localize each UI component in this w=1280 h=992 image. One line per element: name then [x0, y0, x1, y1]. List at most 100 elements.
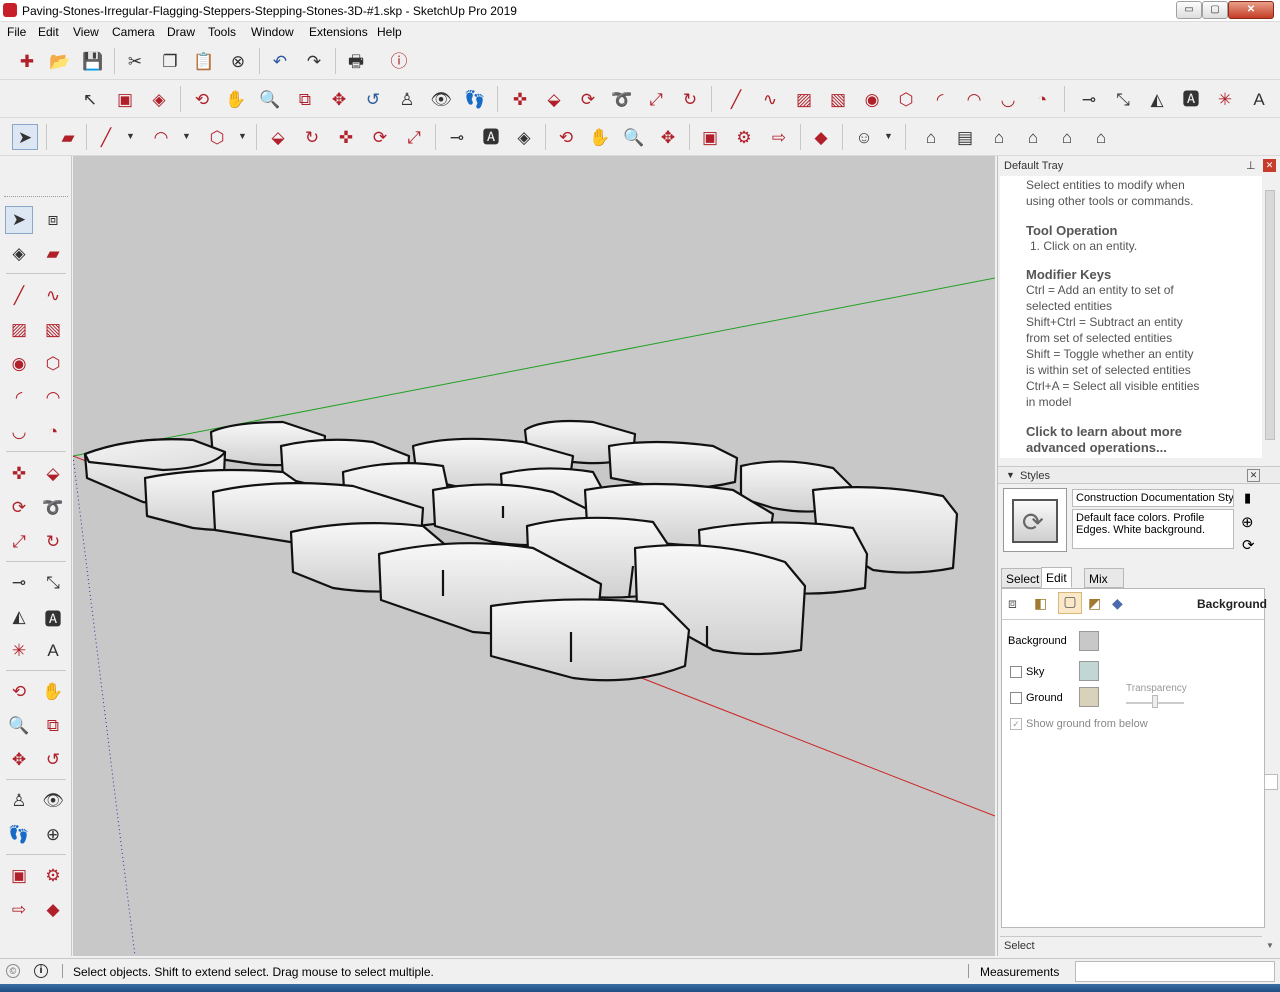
axes-icon[interactable]: ✳ — [5, 637, 33, 665]
watermark-settings-icon[interactable]: ◩ — [1088, 595, 1101, 612]
redo-icon[interactable]: ↷ — [301, 48, 327, 74]
move-icon[interactable]: ✜ — [5, 460, 33, 488]
geo-location-icon[interactable]: © — [6, 964, 20, 978]
three-point-arc-icon[interactable]: ◡ — [5, 418, 33, 446]
3d-text-icon[interactable]: A — [1246, 86, 1272, 112]
measurements-input[interactable] — [1075, 961, 1275, 982]
collapse-arrow-icon[interactable]: ▼ — [1006, 470, 1015, 480]
menu-view[interactable]: View — [73, 25, 99, 39]
menu-file[interactable]: File — [7, 25, 26, 39]
two-point-arc-icon[interactable]: ◠ — [961, 86, 987, 112]
orbit-icon[interactable]: ⟲ — [5, 678, 33, 706]
paint-bucket-icon[interactable]: ◈ — [511, 124, 537, 150]
rotated-rectangle-icon[interactable]: ▧ — [825, 86, 851, 112]
left-view-icon[interactable]: ⌂ — [1088, 124, 1114, 150]
tab-select[interactable]: Select — [1001, 568, 1045, 588]
push-pull-icon[interactable]: ⬙ — [39, 460, 67, 488]
paint-bucket-icon[interactable]: ◈ — [5, 240, 33, 268]
background-color-swatch[interactable] — [1079, 631, 1099, 651]
text-icon[interactable]: 🅰 — [478, 124, 504, 150]
save-icon[interactable]: 💾 — [80, 48, 106, 74]
rotate-icon[interactable]: ⟳ — [5, 494, 33, 522]
zoom-window-icon[interactable]: ⧉ — [39, 712, 67, 740]
zoom-window-icon[interactable]: ⧉ — [292, 86, 318, 112]
right-view-icon[interactable]: ⌂ — [1020, 124, 1046, 150]
transparency-slider-thumb[interactable] — [1152, 695, 1158, 708]
select-arrow-icon[interactable]: ➤ — [12, 124, 38, 150]
rotated-rectangle-icon[interactable]: ▧ — [39, 316, 67, 344]
tape-measure-icon[interactable]: ⊸ — [1076, 86, 1102, 112]
make-component-icon[interactable]: ⧈ — [39, 206, 67, 234]
front-view-icon[interactable]: ⌂ — [986, 124, 1012, 150]
move-icon[interactable]: ✜ — [333, 124, 359, 150]
top-view-icon[interactable]: ▤ — [952, 124, 978, 150]
push-pull-icon[interactable]: ⬙ — [541, 86, 567, 112]
menu-edit[interactable]: Edit — [38, 25, 59, 39]
3d-warehouse-icon[interactable]: ▣ — [697, 124, 723, 150]
menu-camera[interactable]: Camera — [112, 25, 155, 39]
line-icon[interactable]: ╱ — [93, 124, 119, 150]
polygon-icon[interactable]: ⬡ — [893, 86, 919, 112]
arc-icon[interactable]: ◜ — [5, 384, 33, 412]
chevron-down-icon[interactable]: ▼ — [182, 131, 191, 141]
menu-window[interactable]: Window — [251, 25, 294, 39]
chevron-down-icon[interactable]: ▼ — [884, 131, 893, 141]
polygon-icon[interactable]: ⬡ — [204, 124, 230, 150]
scroll-down-icon[interactable]: ▼ — [1266, 941, 1274, 950]
show-ground-checkbox[interactable]: ✓ — [1010, 718, 1022, 730]
rectangle-icon[interactable]: ▨ — [5, 316, 33, 344]
polygon-icon[interactable]: ⬡ — [39, 350, 67, 378]
styles-close-icon[interactable]: ✕ — [1247, 469, 1260, 482]
modeling-settings-icon[interactable]: ◆ — [1112, 595, 1123, 612]
rectangle-icon[interactable]: ▨ — [791, 86, 817, 112]
zoom-icon[interactable]: 🔍 — [621, 124, 647, 150]
instructor-scrollbar[interactable] — [1262, 176, 1278, 458]
model-info-icon[interactable]: ⓘ — [386, 48, 412, 74]
pie-icon[interactable]: ◔ — [39, 418, 67, 446]
background-settings-icon[interactable]: ▢ — [1058, 592, 1082, 614]
follow-me-icon[interactable]: ➰ — [39, 494, 67, 522]
arc-icon[interactable]: ◠ — [148, 124, 174, 150]
pan-icon[interactable]: ✋ — [223, 86, 249, 112]
eraser-icon[interactable]: ▰ — [39, 240, 67, 268]
sky-color-swatch[interactable] — [1079, 661, 1099, 681]
back-view-icon[interactable]: ⌂ — [1054, 124, 1080, 150]
previous-view-icon[interactable]: ↺ — [39, 746, 67, 774]
offset-icon[interactable]: ↻ — [39, 528, 67, 556]
zoom-extents-icon[interactable]: ✥ — [326, 86, 352, 112]
line-icon[interactable]: ╱ — [5, 282, 33, 310]
close-window-button[interactable]: ✕ — [1228, 1, 1274, 19]
display-secondary-pane-icon[interactable]: ▮ — [1244, 490, 1251, 506]
erase-icon[interactable]: ⊗ — [225, 48, 251, 74]
position-camera-icon[interactable]: ♙ — [5, 787, 33, 815]
scale-icon[interactable]: ⤢ — [643, 86, 669, 112]
chevron-down-icon[interactable]: ▼ — [126, 131, 135, 141]
make-component-icon[interactable]: ▣ — [112, 86, 138, 112]
print-icon[interactable]: 🖶 — [343, 48, 369, 74]
eraser-icon[interactable]: ▰ — [55, 124, 81, 150]
create-new-style-icon[interactable]: ⊕ — [1241, 513, 1254, 531]
arc-icon[interactable]: ◜ — [927, 86, 953, 112]
circle-icon[interactable]: ◉ — [5, 350, 33, 378]
minimize-button[interactable]: ▭ — [1176, 1, 1202, 19]
protractor-icon[interactable]: ◭ — [5, 603, 33, 631]
ground-color-swatch[interactable] — [1079, 687, 1099, 707]
scale-icon[interactable]: ⤢ — [401, 124, 427, 150]
tape-measure-icon[interactable]: ⊸ — [444, 124, 470, 150]
model-canvas[interactable] — [73, 156, 995, 956]
tab-edit[interactable]: Edit — [1041, 567, 1072, 588]
learn-more-link[interactable]: Click to learn about more — [1026, 424, 1182, 439]
circle-icon[interactable]: ◉ — [859, 86, 885, 112]
orbit-icon[interactable]: ⟲ — [553, 124, 579, 150]
offset-icon[interactable]: ↻ — [299, 124, 325, 150]
look-around-icon[interactable]: 👁 — [428, 86, 454, 112]
protractor-icon[interactable]: ◭ — [1144, 86, 1170, 112]
extension-manager-icon[interactable]: ◆ — [39, 896, 67, 924]
paste-icon[interactable]: 📋 — [191, 48, 217, 74]
undo-icon[interactable]: ↶ — [267, 48, 293, 74]
update-style-icon[interactable]: ⟳ — [1242, 536, 1255, 554]
select-arrow-icon[interactable]: ➤ — [5, 206, 33, 234]
pan-icon[interactable]: ✋ — [587, 124, 613, 150]
tray-resize-handle[interactable] — [1264, 774, 1278, 790]
walk-icon[interactable]: 👣 — [462, 86, 488, 112]
